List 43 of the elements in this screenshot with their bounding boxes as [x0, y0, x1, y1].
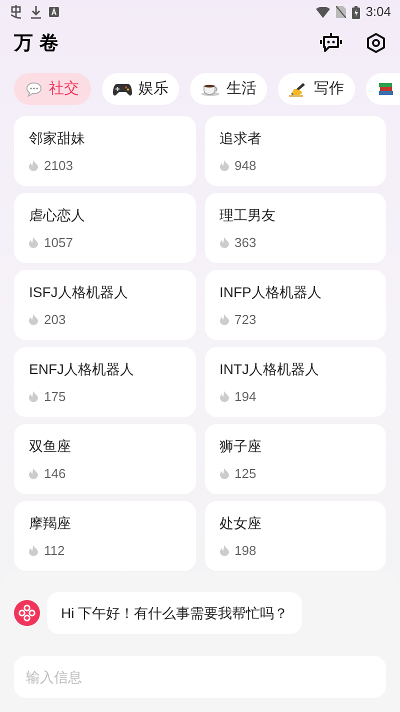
card-title: INFP人格机器人 — [220, 283, 322, 301]
clock-time: 3:04 — [366, 3, 391, 22]
app-title: 万 卷 — [14, 30, 59, 56]
character-card[interactable]: 摩羯座 112 — [14, 501, 196, 571]
card-title: ENFJ人格机器人 — [29, 360, 135, 378]
character-card[interactable]: INTJ人格机器人 194 — [204, 347, 386, 417]
character-card[interactable]: INFP人格机器人 723 — [204, 270, 386, 340]
card-title: INTJ人格机器人 — [220, 360, 320, 378]
card-title: 虐心恋人 — [29, 206, 86, 224]
card-title: ISFJ人格机器人 — [29, 283, 129, 301]
popularity-count: 175 — [44, 388, 66, 406]
popularity-count: 948 — [234, 157, 256, 175]
popularity-count: 146 — [44, 465, 66, 483]
card-title: 追求者 — [220, 129, 262, 147]
popularity-count: 194 — [234, 388, 256, 406]
character-card[interactable]: 双鱼座 146 — [14, 424, 196, 494]
card-title: 理工男友 — [220, 206, 276, 224]
category-tab[interactable]: 生活 — [190, 73, 267, 105]
character-card[interactable]: 理工男友 363 — [204, 193, 386, 263]
category-tab[interactable]: 写作 — [278, 73, 355, 105]
card-title: 狮子座 — [220, 437, 262, 455]
popularity-count: 2103 — [44, 157, 73, 175]
popularity-count: 1057 — [44, 234, 73, 252]
chat-bubble: Hi 下午好！有什么事需要我帮忙吗？ — [47, 592, 302, 634]
character-card[interactable]: 狮子座 125 — [204, 424, 386, 494]
popularity-count: 203 — [44, 311, 66, 329]
character-card[interactable]: 虐心恋人 1057 — [14, 193, 196, 263]
character-card[interactable]: 追求者 948 — [204, 116, 386, 186]
character-card[interactable]: ENFJ人格机器人 175 — [14, 347, 196, 417]
card-title: 处女座 — [220, 514, 262, 532]
character-card[interactable]: 处女座 198 — [204, 501, 386, 571]
character-card[interactable]: ISFJ人格机器人 203 — [14, 270, 196, 340]
popularity-count: 723 — [234, 311, 256, 329]
card-title: 邻家甜妹 — [29, 129, 86, 147]
card-title: 双鱼座 — [29, 437, 72, 455]
message-input[interactable]: 输入信息 — [14, 656, 386, 698]
popularity-count: 363 — [234, 234, 256, 252]
category-tab[interactable]: 娱乐 — [102, 73, 179, 105]
popularity-count: 198 — [234, 542, 256, 560]
popularity-count: 125 — [234, 465, 256, 483]
popularity-count: 112 — [44, 542, 65, 560]
card-title: 摩羯座 — [29, 514, 72, 532]
character-card[interactable]: 邻家甜妹 2103 — [14, 116, 196, 186]
